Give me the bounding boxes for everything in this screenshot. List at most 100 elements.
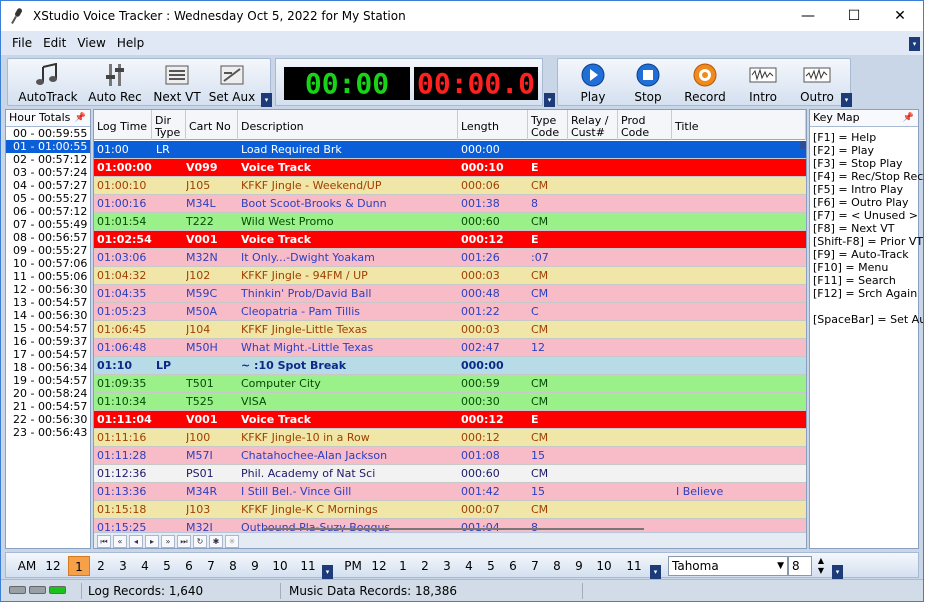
am-hour-button[interactable]: 10 bbox=[266, 556, 294, 576]
hour-total-item[interactable]: 10 - 00:57:06 bbox=[6, 257, 90, 270]
font-overflow-icon[interactable]: ▾ bbox=[832, 565, 843, 579]
am-hour-button[interactable]: 8 bbox=[222, 556, 244, 576]
table-row[interactable]: 01:02:54 V001 Voice Track 000:12 E bbox=[94, 231, 806, 249]
pin-icon[interactable]: 📌 bbox=[903, 110, 914, 126]
menu-file[interactable]: File bbox=[12, 36, 32, 50]
hour-total-item[interactable]: 07 - 00:55:49 bbox=[6, 218, 90, 231]
prior-page-icon[interactable]: « bbox=[113, 535, 127, 548]
am-hour-button[interactable]: 7 bbox=[200, 556, 222, 576]
table-row[interactable]: 01:00 LR Load Required Brk 000:00 bbox=[94, 141, 806, 159]
hour-total-item[interactable]: 02 - 00:57:12 bbox=[6, 153, 90, 166]
table-row[interactable]: 01:06:48 M50H What Might.-Little Texas 002:… bbox=[94, 339, 806, 357]
pm-hour-button[interactable]: 8 bbox=[546, 556, 568, 576]
cancel-icon[interactable]: ✳ bbox=[225, 535, 239, 548]
horizontal-scrollbar[interactable] bbox=[264, 528, 644, 530]
column-header[interactable]: Description bbox=[238, 110, 458, 140]
am-hour-button[interactable]: 5 bbox=[156, 556, 178, 576]
table-row[interactable]: 01:15:18 J103 KFKF Jingle-K C Mornings 000:… bbox=[94, 501, 806, 519]
toolbar-overflow-icon[interactable]: ▾ bbox=[261, 93, 272, 107]
font-size-stepper[interactable]: ▲ ▼ bbox=[814, 556, 828, 576]
play-button[interactable]: Play bbox=[568, 61, 618, 105]
hour-total-item[interactable]: 21 - 00:54:57 bbox=[6, 400, 90, 413]
hour-total-item[interactable]: 23 - 00:56:43 bbox=[6, 426, 90, 439]
maximize-button[interactable]: ☐ bbox=[831, 1, 877, 31]
pm-overflow-icon[interactable]: ▾ bbox=[650, 565, 661, 579]
table-row[interactable]: 01:11:04 V001 Voice Track 000:12 E bbox=[94, 411, 806, 429]
am-hour-button[interactable]: 3 bbox=[112, 556, 134, 576]
table-row[interactable]: 01:10:34 T525 VISA 000:30 CM bbox=[94, 393, 806, 411]
pm-hour-button[interactable]: 5 bbox=[480, 556, 502, 576]
am-hour-button[interactable]: 6 bbox=[178, 556, 200, 576]
pm-hour-button[interactable]: 2 bbox=[414, 556, 436, 576]
pm-hour-button[interactable]: 1 bbox=[392, 556, 414, 576]
hour-total-item[interactable]: 01 - 01:00:55 bbox=[6, 140, 90, 153]
outro-button[interactable]: Outro bbox=[792, 61, 842, 105]
hour-total-item[interactable]: 22 - 00:56:30 bbox=[6, 413, 90, 426]
column-header[interactable]: Type Code bbox=[528, 110, 568, 140]
set-aux-button[interactable]: Set Aux bbox=[206, 61, 258, 105]
auto-rec-button[interactable]: Auto Rec bbox=[84, 61, 146, 105]
clock-overflow-icon[interactable]: ▾ bbox=[544, 93, 555, 107]
am-overflow-icon[interactable]: ▾ bbox=[322, 565, 333, 579]
hour-total-item[interactable]: 04 - 00:57:27 bbox=[6, 179, 90, 192]
menu-help[interactable]: Help bbox=[117, 36, 144, 50]
table-row[interactable]: 01:12:36 PS01 Phil. Academy of Nat Sci 000:… bbox=[94, 465, 806, 483]
hour-total-item[interactable]: 18 - 00:56:34 bbox=[6, 361, 90, 374]
hour-total-item[interactable]: 05 - 00:55:27 bbox=[6, 192, 90, 205]
pm-hour-button[interactable]: 3 bbox=[436, 556, 458, 576]
prior-record-icon[interactable]: ◂ bbox=[129, 535, 143, 548]
table-row[interactable]: 01:04:35 M59C Thinkin' Prob/David Ball 000:… bbox=[94, 285, 806, 303]
table-row[interactable]: 01:13:36 M34R I Still Bel.- Vince Gill 001:… bbox=[94, 483, 806, 501]
hour-total-item[interactable]: 11 - 00:55:06 bbox=[6, 270, 90, 283]
am-hour-button[interactable]: 1 bbox=[68, 556, 90, 576]
last-record-icon[interactable]: ⏭ bbox=[177, 535, 191, 548]
hour-total-item[interactable]: 09 - 00:55:27 bbox=[6, 244, 90, 257]
am-hour-button[interactable]: 4 bbox=[134, 556, 156, 576]
hour-total-item[interactable]: 08 - 00:56:57 bbox=[6, 231, 90, 244]
column-header[interactable]: Length bbox=[458, 110, 528, 140]
hour-total-item[interactable]: 13 - 00:54:57 bbox=[6, 296, 90, 309]
pm-hour-button[interactable]: 11 bbox=[620, 556, 648, 576]
next-page-icon[interactable]: » bbox=[161, 535, 175, 548]
stop-button[interactable]: Stop bbox=[622, 61, 674, 105]
hour-total-item[interactable]: 06 - 00:57:12 bbox=[6, 205, 90, 218]
chevron-down-icon[interactable]: ▼ bbox=[777, 557, 784, 575]
menu-edit[interactable]: Edit bbox=[43, 36, 66, 50]
hour-total-item[interactable]: 19 - 00:54:57 bbox=[6, 374, 90, 387]
table-row[interactable]: 01:11:28 M57I Chatahochee-Alan Jackson 001:… bbox=[94, 447, 806, 465]
column-header[interactable]: Prod Code bbox=[618, 110, 672, 140]
close-button[interactable]: ✕ bbox=[877, 1, 923, 31]
transport-overflow-icon[interactable]: ▾ bbox=[841, 93, 852, 107]
hour-total-item[interactable]: 16 - 00:59:37 bbox=[6, 335, 90, 348]
column-header[interactable]: Cart No bbox=[186, 110, 238, 140]
table-row[interactable]: 01:09:35 T501 Computer City 000:59 CM bbox=[94, 375, 806, 393]
pm-hour-button[interactable]: 12 bbox=[368, 556, 390, 576]
table-row[interactable]: 01:05:23 M50A Cleopatria - Pam Tillis 001:2… bbox=[94, 303, 806, 321]
table-row[interactable]: 01:10 LP ~ :10 Spot Break 000:00 bbox=[94, 357, 806, 375]
vertical-scrollbar[interactable] bbox=[800, 141, 806, 149]
table-row[interactable]: 01:00:16 M34L Boot Scoot-Brooks & Dunn 001:… bbox=[94, 195, 806, 213]
intro-button[interactable]: Intro bbox=[738, 61, 788, 105]
font-size-field[interactable]: 8 bbox=[788, 556, 812, 576]
hour-total-item[interactable]: 20 - 00:58:24 bbox=[6, 387, 90, 400]
apply-icon[interactable]: ✱ bbox=[209, 535, 223, 548]
pm-hour-button[interactable]: 10 bbox=[590, 556, 618, 576]
refresh-icon[interactable]: ↻ bbox=[193, 535, 207, 548]
table-row[interactable]: 01:04:32 J102 KFKF Jingle - 94FM / UP 000:0… bbox=[94, 267, 806, 285]
autotrack-button[interactable]: AutoTrack bbox=[16, 61, 80, 105]
hour-total-item[interactable]: 14 - 00:56:30 bbox=[6, 309, 90, 322]
table-row[interactable]: 01:00:00 V099 Voice Track 000:10 E bbox=[94, 159, 806, 177]
column-header[interactable]: Log Time bbox=[94, 110, 152, 140]
hour-total-item[interactable]: 12 - 00:56:30 bbox=[6, 283, 90, 296]
hour-total-item[interactable]: 03 - 00:57:24 bbox=[6, 166, 90, 179]
pm-hour-button[interactable]: 6 bbox=[502, 556, 524, 576]
hour-total-item[interactable]: 15 - 00:54:57 bbox=[6, 322, 90, 335]
am-hour-button[interactable]: 12 bbox=[42, 556, 64, 576]
column-header[interactable]: Title bbox=[672, 110, 806, 140]
menu-view[interactable]: View bbox=[77, 36, 105, 50]
hour-total-item[interactable]: 17 - 00:54:57 bbox=[6, 348, 90, 361]
column-header[interactable]: Dir Type bbox=[152, 110, 186, 140]
menu-overflow-icon[interactable]: ▾ bbox=[909, 37, 920, 51]
column-header[interactable]: Relay / Cust# bbox=[568, 110, 618, 140]
next-record-icon[interactable]: ▸ bbox=[145, 535, 159, 548]
